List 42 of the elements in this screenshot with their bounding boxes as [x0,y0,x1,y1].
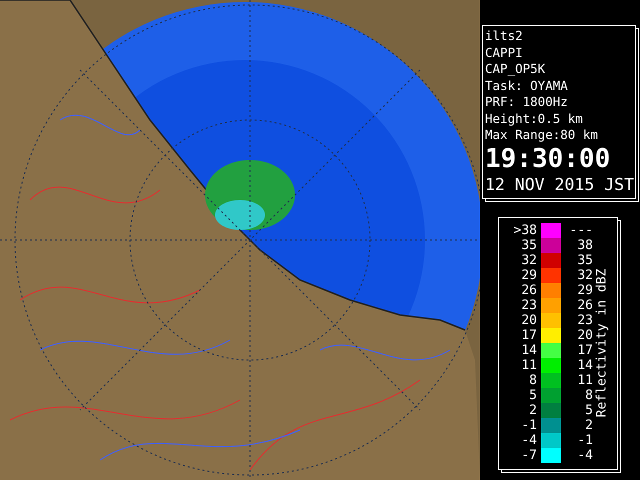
info-text: PRF: 1800Hz [485,94,569,110]
legend-value: 32 [576,268,593,282]
legend-value: 17 [576,342,593,358]
legend-value: -4 [576,448,593,462]
info-text: Max Range:80 km [485,127,599,144]
legend-value: 2 [584,418,593,432]
legend-title: Reflectivity in dBZ [595,268,609,417]
legend-value: 20 [520,312,537,328]
legend-value: 2 [528,402,537,418]
legend-value: 35 [520,238,537,252]
info-text: CAPPI [485,44,524,61]
legend-value: >38 [512,222,537,238]
legend-value: 32 [520,252,537,268]
legend-value: 8 [584,388,593,402]
legend-value: -7 [520,448,537,462]
legend-value: 20 [576,328,593,342]
legend-value: -4 [520,432,537,448]
legend-value: 11 [576,372,593,388]
legend-value: 26 [520,282,537,298]
legend-value: 17 [520,328,537,342]
legend-value: 5 [584,402,593,418]
info-text: Height:0.5 km [485,110,584,127]
legend-value: 8 [528,372,537,388]
legend-value: 26 [576,298,593,312]
legend-value: 14 [576,358,593,372]
legend-value: --- [568,222,593,238]
legend-value: 23 [576,312,593,328]
legend-value: -1 [576,432,593,448]
time-text: 19:30:00 [485,144,612,174]
legend-value: 5 [528,388,537,402]
legend-value: 35 [576,252,593,268]
legend-value: 14 [520,342,537,358]
legend-value: 23 [520,298,537,312]
info-text: Task: OYAMA [485,78,569,94]
legend-value: -1 [520,418,537,432]
legend-value: 29 [576,282,593,298]
info-text: ilts2 [485,28,524,44]
date-text: 12 NOV 2015 JST [485,174,633,196]
legend-value: 11 [520,358,537,372]
legend-value: 29 [520,268,537,282]
info-text: CAP_OP5K [485,61,546,78]
legend-value: 38 [576,238,593,252]
